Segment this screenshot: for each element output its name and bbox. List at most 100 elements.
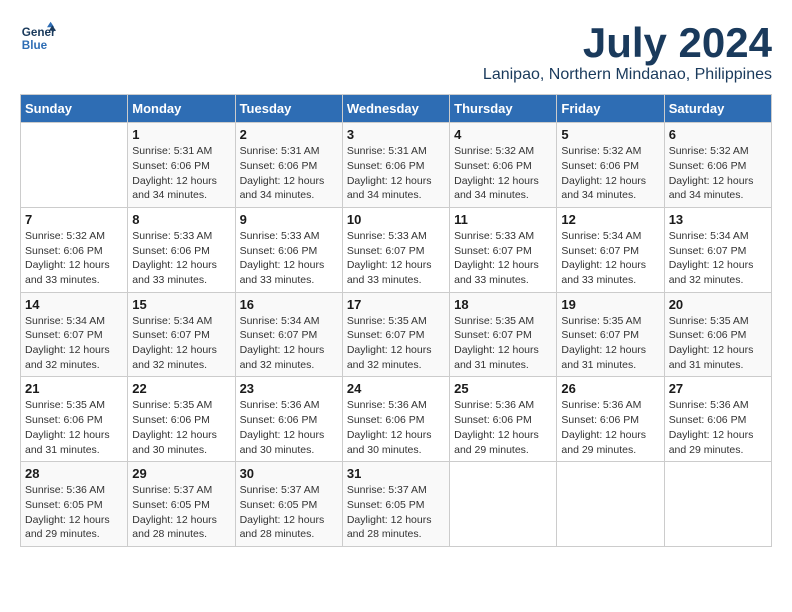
calendar-body: 1 Sunrise: 5:31 AM Sunset: 6:06 PM Daylig… <box>21 123 772 547</box>
day-info: Sunrise: 5:33 AM Sunset: 6:07 PM Dayligh… <box>454 229 552 288</box>
calendar-cell: 18 Sunrise: 5:35 AM Sunset: 6:07 PM Dayli… <box>450 292 557 377</box>
day-number: 21 <box>25 381 123 396</box>
day-info: Sunrise: 5:33 AM Sunset: 6:06 PM Dayligh… <box>240 229 338 288</box>
calendar-cell: 8Sunrise: 5:33 AM Sunset: 6:06 PM Daylig… <box>128 207 235 292</box>
day-info: Sunrise: 5:35 AM Sunset: 6:06 PM Dayligh… <box>25 398 123 457</box>
day-info: Sunrise: 5:32 AM Sunset: 6:06 PM Dayligh… <box>25 229 123 288</box>
day-info: Sunrise: 5:36 AM Sunset: 6:06 PM Dayligh… <box>347 398 445 457</box>
calendar-cell <box>664 462 771 547</box>
day-info: Sunrise: 5:35 AM Sunset: 6:07 PM Dayligh… <box>347 314 445 373</box>
day-number: 18 <box>454 297 552 312</box>
day-number: 14 <box>25 297 123 312</box>
day-number: 3 <box>347 127 445 142</box>
title-block: July 2024 Lanipao, Northern Mindanao, Ph… <box>483 20 772 84</box>
calendar-cell: 11 Sunrise: 5:33 AM Sunset: 6:07 PM Dayli… <box>450 207 557 292</box>
day-info: Sunrise: 5:35 AM Sunset: 6:07 PM Dayligh… <box>454 314 552 373</box>
day-info: Sunrise: 5:35 AM Sunset: 6:06 PM Dayligh… <box>669 314 767 373</box>
day-info: Sunrise: 5:34 AM Sunset: 6:07 PM Dayligh… <box>132 314 230 373</box>
calendar-table: SundayMondayTuesdayWednesdayThursdayFrid… <box>20 94 772 547</box>
day-number: 9 <box>240 212 338 227</box>
calendar-header: SundayMondayTuesdayWednesdayThursdayFrid… <box>21 95 772 123</box>
day-of-week-header: Tuesday <box>235 95 342 123</box>
day-number: 19 <box>561 297 659 312</box>
calendar-cell: 17 Sunrise: 5:35 AM Sunset: 6:07 PM Dayli… <box>342 292 449 377</box>
day-info: Sunrise: 5:36 AM Sunset: 6:05 PM Dayligh… <box>25 483 123 542</box>
day-of-week-header: Wednesday <box>342 95 449 123</box>
day-of-week-header: Monday <box>128 95 235 123</box>
day-info: Sunrise: 5:37 AM Sunset: 6:05 PM Dayligh… <box>347 483 445 542</box>
day-number: 30 <box>240 466 338 481</box>
day-number: 28 <box>25 466 123 481</box>
day-info: Sunrise: 5:34 AM Sunset: 6:07 PM Dayligh… <box>25 314 123 373</box>
day-info: Sunrise: 5:31 AM Sunset: 6:06 PM Dayligh… <box>347 144 445 203</box>
calendar-cell: 31Sunrise: 5:37 AM Sunset: 6:05 PM Dayli… <box>342 462 449 547</box>
day-info: Sunrise: 5:37 AM Sunset: 6:05 PM Dayligh… <box>132 483 230 542</box>
day-number: 17 <box>347 297 445 312</box>
day-info: Sunrise: 5:31 AM Sunset: 6:06 PM Dayligh… <box>132 144 230 203</box>
day-number: 8 <box>132 212 230 227</box>
day-number: 10 <box>347 212 445 227</box>
calendar-week-row: 1 Sunrise: 5:31 AM Sunset: 6:06 PM Daylig… <box>21 123 772 208</box>
day-number: 24 <box>347 381 445 396</box>
day-info: Sunrise: 5:37 AM Sunset: 6:05 PM Dayligh… <box>240 483 338 542</box>
calendar-cell: 7 Sunrise: 5:32 AM Sunset: 6:06 PM Daylig… <box>21 207 128 292</box>
day-info: Sunrise: 5:31 AM Sunset: 6:06 PM Dayligh… <box>240 144 338 203</box>
day-info: Sunrise: 5:32 AM Sunset: 6:06 PM Dayligh… <box>669 144 767 203</box>
day-info: Sunrise: 5:32 AM Sunset: 6:06 PM Dayligh… <box>561 144 659 203</box>
calendar-cell: 21 Sunrise: 5:35 AM Sunset: 6:06 PM Dayli… <box>21 377 128 462</box>
day-info: Sunrise: 5:32 AM Sunset: 6:06 PM Dayligh… <box>454 144 552 203</box>
day-number: 13 <box>669 212 767 227</box>
calendar-cell: 9 Sunrise: 5:33 AM Sunset: 6:06 PM Daylig… <box>235 207 342 292</box>
calendar-cell: 20Sunrise: 5:35 AM Sunset: 6:06 PM Dayli… <box>664 292 771 377</box>
page-header: General Blue July 2024 Lanipao, Northern… <box>20 20 772 84</box>
calendar-cell <box>21 123 128 208</box>
calendar-cell: 19 Sunrise: 5:35 AM Sunset: 6:07 PM Dayli… <box>557 292 664 377</box>
day-info: Sunrise: 5:33 AM Sunset: 6:07 PM Dayligh… <box>347 229 445 288</box>
day-number: 12 <box>561 212 659 227</box>
day-info: Sunrise: 5:34 AM Sunset: 6:07 PM Dayligh… <box>669 229 767 288</box>
calendar-cell: 29 Sunrise: 5:37 AM Sunset: 6:05 PM Dayli… <box>128 462 235 547</box>
day-info: Sunrise: 5:36 AM Sunset: 6:06 PM Dayligh… <box>454 398 552 457</box>
calendar-cell: 30 Sunrise: 5:37 AM Sunset: 6:05 PM Dayli… <box>235 462 342 547</box>
day-number: 27 <box>669 381 767 396</box>
calendar-week-row: 7 Sunrise: 5:32 AM Sunset: 6:06 PM Daylig… <box>21 207 772 292</box>
calendar-cell: 16 Sunrise: 5:34 AM Sunset: 6:07 PM Dayli… <box>235 292 342 377</box>
day-info: Sunrise: 5:35 AM Sunset: 6:06 PM Dayligh… <box>132 398 230 457</box>
day-of-week-header: Saturday <box>664 95 771 123</box>
day-of-week-header: Friday <box>557 95 664 123</box>
day-info: Sunrise: 5:34 AM Sunset: 6:07 PM Dayligh… <box>240 314 338 373</box>
logo: General Blue <box>20 20 56 56</box>
calendar-cell: 10 Sunrise: 5:33 AM Sunset: 6:07 PM Dayli… <box>342 207 449 292</box>
day-number: 1 <box>132 127 230 142</box>
day-number: 7 <box>25 212 123 227</box>
location-subtitle: Lanipao, Northern Mindanao, Philippines <box>483 66 772 84</box>
calendar-cell: 27Sunrise: 5:36 AM Sunset: 6:06 PM Dayli… <box>664 377 771 462</box>
calendar-cell: 4Sunrise: 5:32 AM Sunset: 6:06 PM Daylig… <box>450 123 557 208</box>
day-number: 6 <box>669 127 767 142</box>
calendar-cell: 5 Sunrise: 5:32 AM Sunset: 6:06 PM Daylig… <box>557 123 664 208</box>
day-number: 16 <box>240 297 338 312</box>
calendar-cell: 6 Sunrise: 5:32 AM Sunset: 6:06 PM Daylig… <box>664 123 771 208</box>
day-info: Sunrise: 5:36 AM Sunset: 6:06 PM Dayligh… <box>240 398 338 457</box>
calendar-cell: 25 Sunrise: 5:36 AM Sunset: 6:06 PM Dayli… <box>450 377 557 462</box>
day-of-week-header: Sunday <box>21 95 128 123</box>
calendar-cell: 26 Sunrise: 5:36 AM Sunset: 6:06 PM Dayli… <box>557 377 664 462</box>
month-title: July 2024 <box>483 20 772 66</box>
calendar-cell <box>557 462 664 547</box>
svg-text:Blue: Blue <box>22 39 48 52</box>
day-number: 29 <box>132 466 230 481</box>
calendar-week-row: 21 Sunrise: 5:35 AM Sunset: 6:06 PM Dayli… <box>21 377 772 462</box>
day-info: Sunrise: 5:35 AM Sunset: 6:07 PM Dayligh… <box>561 314 659 373</box>
day-info: Sunrise: 5:36 AM Sunset: 6:06 PM Dayligh… <box>561 398 659 457</box>
calendar-cell: 14 Sunrise: 5:34 AM Sunset: 6:07 PM Dayli… <box>21 292 128 377</box>
calendar-cell: 24 Sunrise: 5:36 AM Sunset: 6:06 PM Dayli… <box>342 377 449 462</box>
day-number: 23 <box>240 381 338 396</box>
calendar-cell: 15Sunrise: 5:34 AM Sunset: 6:07 PM Dayli… <box>128 292 235 377</box>
day-number: 5 <box>561 127 659 142</box>
day-number: 2 <box>240 127 338 142</box>
calendar-cell: 22Sunrise: 5:35 AM Sunset: 6:06 PM Dayli… <box>128 377 235 462</box>
day-number: 26 <box>561 381 659 396</box>
calendar-cell: 1 Sunrise: 5:31 AM Sunset: 6:06 PM Daylig… <box>128 123 235 208</box>
day-number: 25 <box>454 381 552 396</box>
day-number: 11 <box>454 212 552 227</box>
